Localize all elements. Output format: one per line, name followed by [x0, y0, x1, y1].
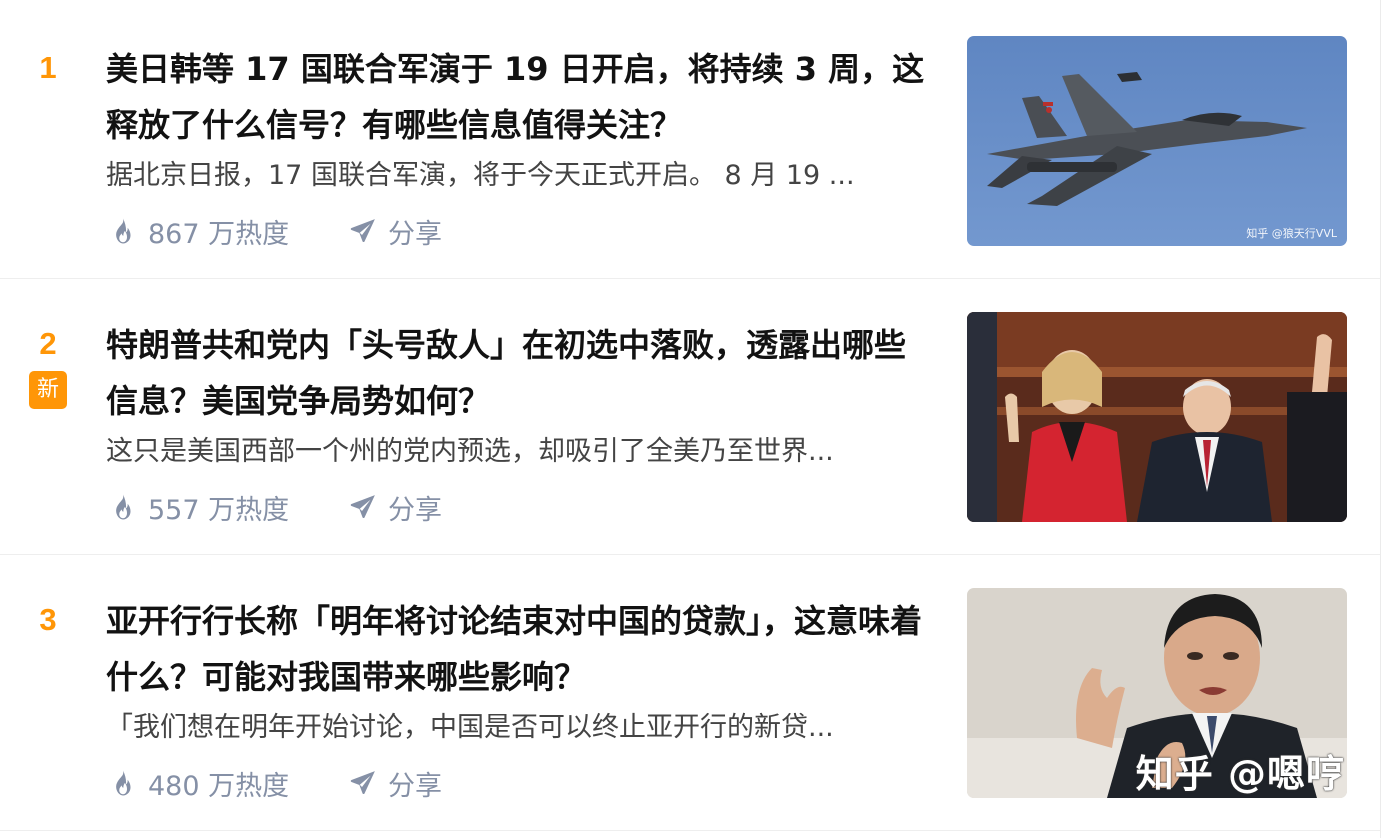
hot-list-item[interactable]: 1 美日韩等 17 国联合军演于 19 日开启，将持续 3 周，这释放了什么信号…: [0, 3, 1380, 279]
item-title[interactable]: 特朗普共和党内「头号敌人」在初选中落败，透露出哪些信息？美国党争局势如何？: [106, 317, 936, 429]
heat-metric: 557 万热度: [108, 488, 348, 527]
share-button[interactable]: 分享: [348, 488, 442, 527]
share-label: 分享: [388, 218, 442, 250]
share-button[interactable]: 分享: [348, 764, 442, 803]
rank-number: 1: [39, 50, 57, 85]
heat-label: 557 万热度: [148, 494, 290, 526]
hot-list-item[interactable]: 2 新 特朗普共和党内「头号敌人」在初选中落败，透露出哪些信息？美国党争局势如何…: [0, 279, 1380, 555]
share-label: 分享: [388, 770, 442, 802]
heat-label: 480 万热度: [148, 770, 290, 802]
new-badge: 新: [29, 371, 67, 409]
flame-icon: [116, 770, 131, 796]
item-excerpt[interactable]: 「我们想在明年开始讨论，中国是否可以终止亚开行的新贷...: [106, 708, 916, 748]
item-title[interactable]: 亚开行行长称「明年将讨论结束对中国的贷款」，这意味着什么？可能对我国带来哪些影响…: [106, 593, 936, 705]
congress-vote-image: [967, 312, 1347, 522]
item-excerpt[interactable]: 据北京日报，17 国联合军演，将于今天正式开启。 8 月 19 ...: [106, 156, 916, 196]
heat-metric: 867 万热度: [108, 212, 348, 251]
paper-plane-icon: [350, 771, 375, 794]
paper-plane-icon: [350, 219, 375, 242]
item-meta: 867 万热度 分享: [108, 209, 442, 253]
flame-icon: [116, 218, 131, 244]
hot-list-item[interactable]: 3 亚开行行长称「明年将讨论结束对中国的贷款」，这意味着什么？可能对我国带来哪些…: [0, 555, 1380, 831]
heat-label: 867 万热度: [148, 218, 290, 250]
rank-number: 2: [39, 326, 57, 361]
flame-icon: [116, 494, 131, 520]
item-thumbnail[interactable]: [967, 312, 1347, 522]
item-meta: 480 万热度 分享: [108, 761, 442, 805]
item-thumbnail[interactable]: 知乎 @狼天行VVL: [967, 36, 1347, 246]
share-button[interactable]: 分享: [348, 212, 442, 251]
heat-metric: 480 万热度: [108, 764, 348, 803]
item-title[interactable]: 美日韩等 17 国联合军演于 19 日开启，将持续 3 周，这释放了什么信号？有…: [106, 41, 936, 153]
share-label: 分享: [388, 494, 442, 526]
hot-list: 1 美日韩等 17 国联合军演于 19 日开启，将持续 3 周，这释放了什么信号…: [0, 0, 1381, 838]
image-watermark: 知乎 @狼天行VVL: [1246, 227, 1337, 240]
item-meta: 557 万热度 分享: [108, 485, 442, 529]
item-thumbnail[interactable]: 知乎 @嗯哼: [967, 588, 1347, 798]
item-excerpt[interactable]: 这只是美国西部一个州的党内预选，却吸引了全美乃至世界...: [106, 432, 916, 472]
image-watermark: 知乎 @嗯哼: [1135, 752, 1345, 796]
fighter-jet-image: [967, 36, 1347, 246]
rank-number: 3: [39, 602, 57, 637]
paper-plane-icon: [350, 495, 375, 518]
